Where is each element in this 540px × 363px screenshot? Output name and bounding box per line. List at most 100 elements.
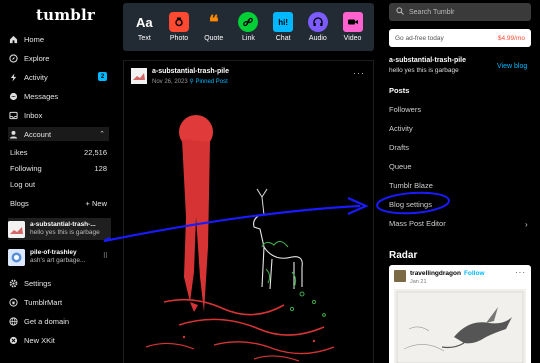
compose-quote-button[interactable]: ❝ Quote [204,11,224,43]
nav-tumblrmart[interactable]: TumblrMart [8,295,109,309]
compose-photo-label: Photo [169,35,189,42]
nav-home-label: Home [24,34,45,44]
pinned-label: Pinned Post [195,79,228,85]
post-more-icon[interactable]: ··· [353,68,365,78]
nav-account[interactable]: Account ⌃ [8,127,109,141]
new-blog-button[interactable]: + New [86,199,107,208]
compass-icon [8,53,18,63]
radar-date: Jan 21 [410,279,427,285]
external-link-icon: › [525,220,528,229]
nav-inbox[interactable]: Inbox [8,108,109,122]
post-composer-bar: Aa Text Photo ❝ Quote Link hi! Chat Audi… [123,3,374,51]
nav-settings[interactable]: Settings [8,276,109,290]
home-icon [8,34,18,44]
nav-domain[interactable]: Get a domain [8,314,109,328]
menu-blog-settings[interactable]: Blog settings [389,200,432,209]
post-meta: Nov 26, 2023 ⚲ Pinned Post [152,78,228,85]
nav-xkit[interactable]: New XKit [8,333,109,347]
nav-tumblrmart-label: TumblrMart [24,297,63,307]
nav-home[interactable]: Home [8,32,109,46]
radar-follow-button[interactable]: Follow [464,270,485,277]
menu-posts[interactable]: Posts [389,86,409,95]
compose-audio-button[interactable]: Audio [307,12,328,42]
blog-text: a-substantial-trash-... hello yes this i… [30,221,100,237]
compose-video-label: Video [343,35,362,42]
blog-avatar [8,220,25,238]
current-blog-desc: hello yes this is garbage [389,67,459,74]
blog-desc: ash's art garbage... [30,257,86,264]
video-camera-icon [342,12,363,32]
menu-activity[interactable]: Activity [389,124,413,133]
following-row[interactable]: Following 128 [10,164,107,173]
post-author-avatar[interactable] [131,68,147,84]
menu-mass-post-editor[interactable]: Mass Post Editor [389,219,446,228]
view-blog-link[interactable]: View blog [497,63,527,70]
compose-link-button[interactable]: Link [238,12,259,42]
headphones-icon [307,12,328,32]
menu-tumblr-blaze[interactable]: Tumblr Blaze [389,181,433,190]
likes-count: 22,516 [84,148,107,157]
likes-row[interactable]: Likes 22,516 [10,148,107,157]
nav-xkit-label: New XKit [24,335,55,345]
bolt-icon [8,72,18,82]
radar-more-icon[interactable]: ··· [515,268,526,277]
post-artwork-image [145,115,335,362]
nav-messages[interactable]: Messages [8,89,109,103]
ad-free-label: Go ad-free today [395,34,444,42]
logout-row[interactable]: Log out [10,180,107,189]
radar-blog: travellingdragon Follow [410,270,485,277]
blog-name: a-substantial-trash-... [30,221,96,228]
gear-icon [8,278,18,288]
post-author-name[interactable]: a-substantial-trash-pile [152,68,229,75]
nav-account-label: Account [24,129,52,139]
drag-handle-icon[interactable]: ⠿ [103,252,108,260]
search-icon [396,7,404,17]
blog-desc: hello yes this is garbage [30,229,100,236]
globe-icon [8,316,18,326]
quote-icon: ❝ [208,11,219,32]
radar-blog-name[interactable]: travellingdragon [410,270,461,277]
menu-drafts[interactable]: Drafts [389,143,409,152]
compose-text-button[interactable]: Aa Text [134,12,154,43]
current-blog-name[interactable]: a-substantial-trash-pile [389,57,466,64]
nav-settings-label: Settings [24,278,52,288]
ad-free-button[interactable]: Go ad-free today $4.99/mo [389,29,531,47]
nav-explore[interactable]: Explore [8,51,109,65]
left-sidebar: tumblr Home Explore Activity 2 Messages … [0,0,115,363]
camera-icon [169,12,190,32]
radar-avatar[interactable] [394,270,406,282]
nav-explore-label: Explore [24,53,50,63]
blog-avatar [8,248,25,266]
compose-photo-button[interactable]: Photo [169,12,190,42]
blogs-header: Blogs + New [10,199,107,208]
radar-post-image [394,289,526,363]
chat-bubble-icon: hi! [273,12,294,32]
compose-video-button[interactable]: Video [342,12,363,42]
blog-name: pile-of-trashley [30,249,77,256]
tumblr-logo[interactable]: tumblr [36,6,95,24]
text-post-icon: Aa [136,14,153,30]
pinned-post: a-substantial-trash-pile Nov 26, 2023 ⚲ … [123,60,374,363]
nav-activity[interactable]: Activity 2 [8,70,109,84]
radar-card[interactable]: travellingdragon Follow Jan 21 ··· [389,265,531,363]
nav-domain-label: Get a domain [24,316,70,326]
search-placeholder: Search Tumblr [409,8,455,16]
following-count: 128 [94,164,107,173]
compose-chat-button[interactable]: hi! Chat [273,12,294,42]
blog-entry-trashley[interactable]: pile-of-trashley ash's art garbage... ⠿ [8,246,111,268]
following-label: Following [10,164,42,173]
compose-chat-label: Chat [275,35,291,42]
menu-queue[interactable]: Queue [389,162,412,171]
logout-link[interactable]: Log out [10,180,35,189]
menu-followers[interactable]: Followers [389,105,421,114]
chevron-up-icon: ⌃ [99,131,105,138]
compose-link-label: Link [242,35,255,42]
person-icon [8,129,18,139]
blog-entry-substantial[interactable]: a-substantial-trash-... hello yes this i… [8,218,111,240]
inbox-icon [8,110,18,120]
ad-free-price: $4.99/mo [497,34,525,42]
nav-messages-label: Messages [24,91,59,101]
search-bar[interactable]: Search Tumblr [389,3,531,21]
compose-text-label: Text [137,35,151,42]
blogs-label: Blogs [10,199,29,208]
